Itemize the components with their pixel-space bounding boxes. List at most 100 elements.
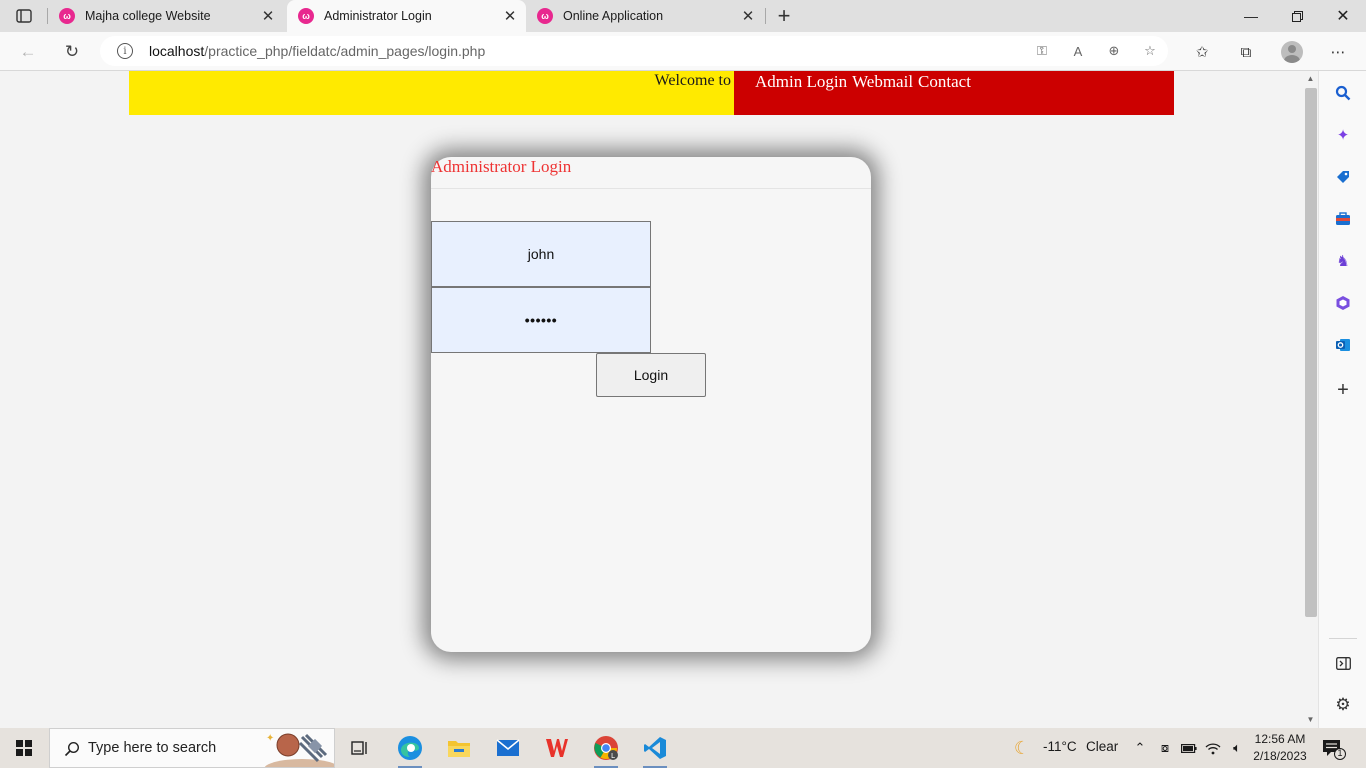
- plus-icon: +: [777, 3, 791, 28]
- read-aloud-icon[interactable]: A: [1068, 41, 1088, 61]
- add-sidebar-app-icon[interactable]: +: [1331, 378, 1355, 402]
- tab-actions-menu-button[interactable]: [10, 4, 38, 28]
- clock-time: 12:56 AM: [1254, 732, 1306, 746]
- tab-majha-college[interactable]: ω Majha college Website ✕: [48, 0, 284, 32]
- tab-title: Administrator Login: [324, 9, 432, 23]
- new-tab-button[interactable]: +: [772, 3, 796, 28]
- refresh-icon: ↻: [64, 42, 80, 61]
- minimize-icon: —: [1244, 8, 1258, 24]
- shopping-tag-icon[interactable]: [1331, 165, 1355, 189]
- minimize-button[interactable]: —: [1228, 0, 1274, 32]
- url-host: localhost: [149, 43, 205, 59]
- sidebar-settings-gear-icon[interactable]: ⚙: [1331, 693, 1355, 717]
- chrome-browser-icon: L: [594, 736, 618, 760]
- collections-icon[interactable]: ⧉: [1234, 41, 1258, 63]
- address-bar[interactable]: i localhost/practice_php/fieldatc/admin_…: [100, 36, 1168, 66]
- notification-center-button[interactable]: 1: [1322, 738, 1346, 760]
- games-chess-icon[interactable]: ♞: [1331, 249, 1355, 273]
- username-input[interactable]: john: [431, 221, 651, 287]
- tab-actions-icon: [16, 9, 32, 23]
- url-path: /practice_php/fieldatc/admin_pages/login…: [204, 43, 486, 59]
- microsoft-365-icon[interactable]: [1331, 291, 1355, 315]
- task-view-button[interactable]: [340, 732, 380, 764]
- search-icon[interactable]: [1331, 81, 1355, 105]
- search-icon: [62, 739, 82, 759]
- wifi-icon[interactable]: [1203, 738, 1223, 758]
- volume-speaker-icon[interactable]: 🔈︎: [1227, 738, 1247, 758]
- page-scrollbar[interactable]: ▲ ▼: [1303, 71, 1318, 728]
- close-window-button[interactable]: ✕: [1320, 0, 1366, 32]
- close-tab-icon[interactable]: ✕: [500, 6, 520, 26]
- site-header: Welcome to Admin Login Webmail Contact: [129, 71, 1174, 115]
- xampp-favicon-icon: ω: [537, 8, 553, 24]
- wps-office-icon: [546, 739, 568, 757]
- notification-count-badge: 1: [1337, 748, 1343, 758]
- taskbar-chrome-app[interactable]: L: [586, 732, 626, 768]
- weather-temperature[interactable]: -11°C: [1043, 739, 1077, 754]
- taskbar-search-box[interactable]: Type here to search ✦: [49, 728, 335, 768]
- meet-now-icon[interactable]: ⧇: [1155, 738, 1175, 758]
- outlook-icon[interactable]: [1331, 333, 1355, 357]
- login-button[interactable]: Login: [596, 353, 706, 397]
- login-title: Administrator Login: [431, 157, 572, 176]
- favorites-icon[interactable]: ✩: [1190, 41, 1214, 63]
- task-view-icon: [351, 741, 367, 755]
- file-explorer-folder-icon: [448, 741, 470, 757]
- mail-envelope-icon: [496, 739, 520, 756]
- back-arrow-icon: ←: [19, 42, 37, 61]
- edge-sidebar: ✦ ♞ + ⚙: [1318, 71, 1366, 728]
- edge-browser-icon: [398, 736, 422, 760]
- taskbar-file-explorer-app[interactable]: [439, 732, 479, 764]
- clock-date: 2/18/2023: [1253, 749, 1307, 763]
- vscode-icon: [644, 737, 666, 759]
- weather-moon-icon[interactable]: ☾: [1012, 738, 1032, 758]
- scroll-up-arrow-icon[interactable]: ▲: [1306, 74, 1315, 84]
- nav-link-admin-login[interactable]: Admin Login: [755, 72, 847, 92]
- nav-link-contact[interactable]: Contact: [918, 72, 971, 92]
- copilot-sparkle-icon[interactable]: ✦: [1331, 123, 1355, 147]
- show-hidden-icons-chevron-icon[interactable]: ⌃: [1130, 738, 1150, 758]
- zoom-icon[interactable]: ⊕: [1104, 41, 1124, 61]
- svg-text:L: L: [611, 752, 615, 760]
- taskbar-mail-app[interactable]: [488, 732, 528, 764]
- tab-title: Online Application: [563, 9, 664, 23]
- site-info-icon[interactable]: i: [117, 43, 133, 59]
- sidebar-divider: [1329, 638, 1357, 639]
- close-icon: ✕: [1336, 8, 1350, 25]
- xampp-favicon-icon: ω: [59, 8, 75, 24]
- back-button[interactable]: ←: [14, 38, 42, 66]
- refresh-button[interactable]: ↻: [58, 38, 86, 66]
- profile-avatar[interactable]: [1281, 41, 1303, 63]
- taskbar-wps-office-app[interactable]: [537, 732, 577, 764]
- taskbar-vscode-app[interactable]: [635, 732, 675, 768]
- search-highlight-illustration-icon: ✦: [264, 733, 334, 767]
- browser-toolbar: ← ↻ i localhost/practice_php/fieldatc/ad…: [0, 32, 1366, 71]
- taskbar-clock[interactable]: 12:56 AM 2/18/2023: [1252, 731, 1308, 765]
- battery-icon[interactable]: [1179, 738, 1199, 758]
- close-tab-icon[interactable]: ✕: [258, 6, 278, 26]
- tab-administrator-login[interactable]: ω Administrator Login ✕: [287, 0, 526, 32]
- login-card: Administrator Login john •••••• Login: [431, 157, 871, 652]
- more-menu-icon[interactable]: ⋯: [1326, 41, 1350, 63]
- password-input[interactable]: ••••••: [431, 287, 651, 353]
- restore-button[interactable]: [1274, 0, 1320, 32]
- add-favorite-icon[interactable]: ☆: [1140, 41, 1160, 61]
- tab-online-application[interactable]: ω Online Application ✕: [526, 0, 764, 32]
- xampp-favicon-icon: ω: [298, 8, 314, 24]
- password-key-icon[interactable]: ⚿: [1032, 41, 1052, 61]
- tab-strip: ω Majha college Website ✕ ω Administrato…: [0, 0, 1366, 32]
- hide-sidebar-icon[interactable]: [1331, 651, 1355, 675]
- start-button-windows-icon[interactable]: [16, 740, 32, 756]
- weather-description[interactable]: Clear: [1086, 739, 1118, 754]
- restore-icon: [1291, 10, 1303, 22]
- taskbar-edge-app[interactable]: [390, 732, 430, 768]
- url-text[interactable]: localhost/practice_php/fieldatc/admin_pa…: [149, 43, 485, 59]
- scroll-down-arrow-icon[interactable]: ▼: [1306, 715, 1315, 725]
- welcome-text: Welcome to: [654, 72, 731, 89]
- login-divider: [431, 188, 871, 189]
- scroll-thumb[interactable]: [1305, 88, 1317, 617]
- tools-briefcase-icon[interactable]: [1331, 207, 1355, 231]
- nav-link-webmail[interactable]: Webmail: [852, 72, 913, 92]
- close-tab-icon[interactable]: ✕: [738, 6, 758, 26]
- header-nav: Admin Login Webmail Contact: [734, 71, 1174, 115]
